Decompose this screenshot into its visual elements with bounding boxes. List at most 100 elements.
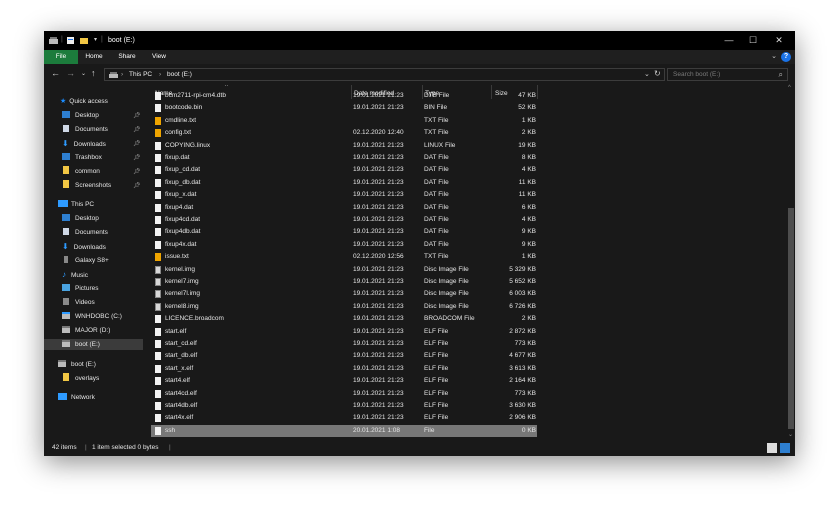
file-date: 19.01.2021 21:23 (353, 203, 404, 211)
table-row[interactable]: kernel7l.img 19.01.2021 21:23 Disc Image F… (151, 288, 537, 300)
table-row[interactable]: bcm2711-rpi-cm4.dtb 19.01.2021 21:23 DTB F… (151, 90, 537, 102)
table-row[interactable]: fixup4x.dat 19.01.2021 21:23 DAT File 9 KB (151, 239, 537, 251)
file-icon (155, 178, 161, 187)
table-row[interactable]: start4.elf 19.01.2021 21:23 ELF File 2 164 … (151, 375, 537, 387)
table-row[interactable]: kernel8.img 19.01.2021 21:23 Disc Image Fi… (151, 301, 537, 313)
recent-locations-chevron-icon[interactable]: ⌄ (81, 70, 86, 77)
nav-quick-desktop[interactable]: Desktop (62, 110, 99, 121)
file-name: bcm2711-rpi-cm4.dtb (165, 92, 226, 99)
nav-pc-galaxy[interactable]: Galaxy S8+ (62, 255, 109, 266)
folder-icon (63, 180, 69, 188)
table-row[interactable]: start_cd.elf 19.01.2021 21:23 ELF File 773 … (151, 338, 537, 350)
breadcrumb-this-pc[interactable]: This PC (129, 71, 152, 78)
phone-icon (64, 256, 68, 263)
tab-file[interactable]: File (44, 50, 78, 64)
file-name: kernel.img (165, 265, 195, 273)
column-divider[interactable] (537, 85, 538, 99)
back-arrow-icon[interactable]: ← (51, 68, 60, 78)
file-date: 19.01.2021 21:23 (353, 240, 404, 248)
breadcrumb-boot-e[interactable]: boot (E:) (167, 71, 192, 78)
table-row[interactable]: kernel7.img 19.01.2021 21:23 Disc Image Fi… (151, 276, 537, 288)
search-box[interactable]: Search boot (E:) ⌕ (667, 68, 788, 81)
table-row[interactable]: cmdline.txt TXT File 1 KB (151, 115, 537, 127)
file-type: LINUX File (424, 141, 456, 149)
close-button[interactable]: ✕ (770, 34, 788, 47)
table-row[interactable]: fixup.dat 19.01.2021 21:23 DAT File 8 KB (151, 152, 537, 164)
nav-quick-downloads[interactable]: ⬇ Downloads (62, 138, 106, 149)
nav-pc-drive-e[interactable]: boot (E:) (44, 339, 143, 350)
table-row[interactable]: config.txt 02.12.2020 12:40 TXT File 2 KB (151, 127, 537, 139)
drive-icon (62, 326, 70, 333)
nav-overlays[interactable]: overlays (62, 373, 99, 384)
tab-share[interactable]: Share (114, 50, 140, 64)
scrollbar-thumb[interactable] (788, 208, 794, 429)
address-bar[interactable]: › This PC › boot (E:) ⌄ ↻ (104, 68, 665, 81)
scroll-down-arrow-icon[interactable]: ⌄ (788, 431, 793, 438)
table-row[interactable]: kernel.img 19.01.2021 21:23 Disc Image Fil… (151, 264, 537, 276)
download-arrow-icon: ⬇ (62, 139, 69, 148)
nav-pc-documents[interactable]: Documents (62, 227, 108, 238)
expand-ribbon-chevron-icon[interactable]: ⌄ (771, 52, 777, 60)
file-type: File (424, 426, 435, 434)
file-icon (155, 426, 161, 435)
table-row[interactable]: start4db.elf 19.01.2021 21:23 ELF File 3 63… (151, 400, 537, 412)
nav-network[interactable]: Network (58, 392, 95, 403)
large-icons-view-icon[interactable] (780, 443, 790, 453)
new-folder-icon[interactable] (80, 37, 88, 44)
table-row[interactable]: fixup_db.dat 19.01.2021 21:23 DAT File 11 K… (151, 177, 537, 189)
refresh-icon[interactable]: ↻ (654, 69, 661, 78)
file-size: 8 KB (521, 154, 536, 161)
nav-pc-pictures[interactable]: Pictures (62, 283, 98, 294)
table-row[interactable]: start4x.elf 19.01.2021 21:23 ELF File 2 906… (151, 412, 537, 424)
tab-home[interactable]: Home (82, 50, 106, 64)
help-button[interactable]: ? (781, 52, 791, 62)
file-icon (155, 92, 161, 100)
nav-drive-root[interactable]: boot (E:) (58, 359, 96, 370)
table-row[interactable]: start4cd.elf 19.01.2021 21:23 ELF File 773 … (151, 388, 537, 400)
file-type: DAT File (424, 203, 449, 211)
file-date: 19.01.2021 21:23 (353, 327, 404, 335)
star-icon: ★ (60, 98, 67, 105)
table-row[interactable]: fixup4.dat 19.01.2021 21:23 DAT File 6 KB (151, 202, 537, 214)
table-row[interactable]: ssh 20.01.2021 1:08 File 0 KB (151, 424, 537, 438)
scroll-up-arrow-icon[interactable]: ^ (788, 85, 791, 91)
table-row[interactable]: start.elf 19.01.2021 21:23 ELF File 2 872 K… (151, 326, 537, 338)
maximize-button[interactable]: ☐ (744, 34, 762, 47)
properties-icon[interactable] (67, 37, 74, 44)
minimize-button[interactable]: — (720, 34, 738, 47)
table-row[interactable]: COPYING.linux 19.01.2021 21:23 LINUX File 1… (151, 140, 537, 152)
table-row[interactable]: LICENCE.broadcom 19.01.2021 21:23 BROADCOM… (151, 313, 537, 325)
explorer-window: | ▾ | boot (E:) — ☐ ✕ File Home Share Vi… (44, 31, 795, 456)
nav-quick-trashbox[interactable]: Trashbox (62, 152, 102, 163)
quick-access-toolbar-chevron-icon[interactable]: ▾ (94, 36, 97, 43)
table-row[interactable]: start_db.elf 19.01.2021 21:23 ELF File 4 67… (151, 350, 537, 362)
tab-view[interactable]: View (148, 50, 170, 64)
nav-pc-drive-d[interactable]: MAJOR (D:) (62, 325, 110, 336)
nav-quick-common[interactable]: common (62, 166, 100, 177)
nav-quick-access[interactable]: ★ Quick access (60, 96, 108, 107)
file-name: start_cd.elf (165, 340, 197, 347)
nav-pc-music[interactable]: ♪ Music (62, 269, 88, 280)
nav-pc-videos[interactable]: Videos (62, 297, 95, 308)
file-name: fixup4db.dat (165, 228, 201, 236)
address-dropdown-chevron-icon[interactable]: ⌄ (644, 70, 650, 78)
file-icon (155, 377, 161, 386)
table-row[interactable]: fixup_x.dat 19.01.2021 21:23 DAT File 11 KB (151, 189, 537, 201)
table-row[interactable]: fixup4cd.dat 19.01.2021 21:23 DAT File 4 KB (151, 214, 537, 226)
nav-this-pc[interactable]: This PC (58, 199, 94, 210)
nav-pc-desktop[interactable]: Desktop (62, 213, 99, 224)
vertical-scrollbar[interactable]: ^ ⌄ (787, 85, 795, 440)
table-row[interactable]: fixup4db.dat 19.01.2021 21:23 DAT File 9 KB (151, 226, 537, 238)
table-row[interactable]: issue.txt 02.12.2020 12:56 TXT File 1 KB (151, 251, 537, 263)
file-date: 19.01.2021 21:23 (353, 191, 404, 199)
table-row[interactable]: fixup_cd.dat 19.01.2021 21:23 DAT File 4 KB (151, 164, 537, 176)
up-arrow-icon[interactable]: ↑ (91, 68, 96, 78)
nav-pc-drive-c[interactable]: WNHDOBC (C:) (62, 311, 122, 322)
nav-pc-downloads[interactable]: ⬇ Downloads (62, 241, 106, 252)
table-row[interactable]: bootcode.bin 19.01.2021 21:23 BIN File 52 K… (151, 102, 537, 114)
forward-arrow-icon[interactable]: → (66, 68, 75, 78)
nav-quick-documents[interactable]: Documents (62, 124, 108, 135)
details-view-icon[interactable] (767, 443, 777, 453)
nav-quick-screenshots[interactable]: Screenshots (62, 180, 111, 191)
table-row[interactable]: start_x.elf 19.01.2021 21:23 ELF File 3 613… (151, 363, 537, 375)
